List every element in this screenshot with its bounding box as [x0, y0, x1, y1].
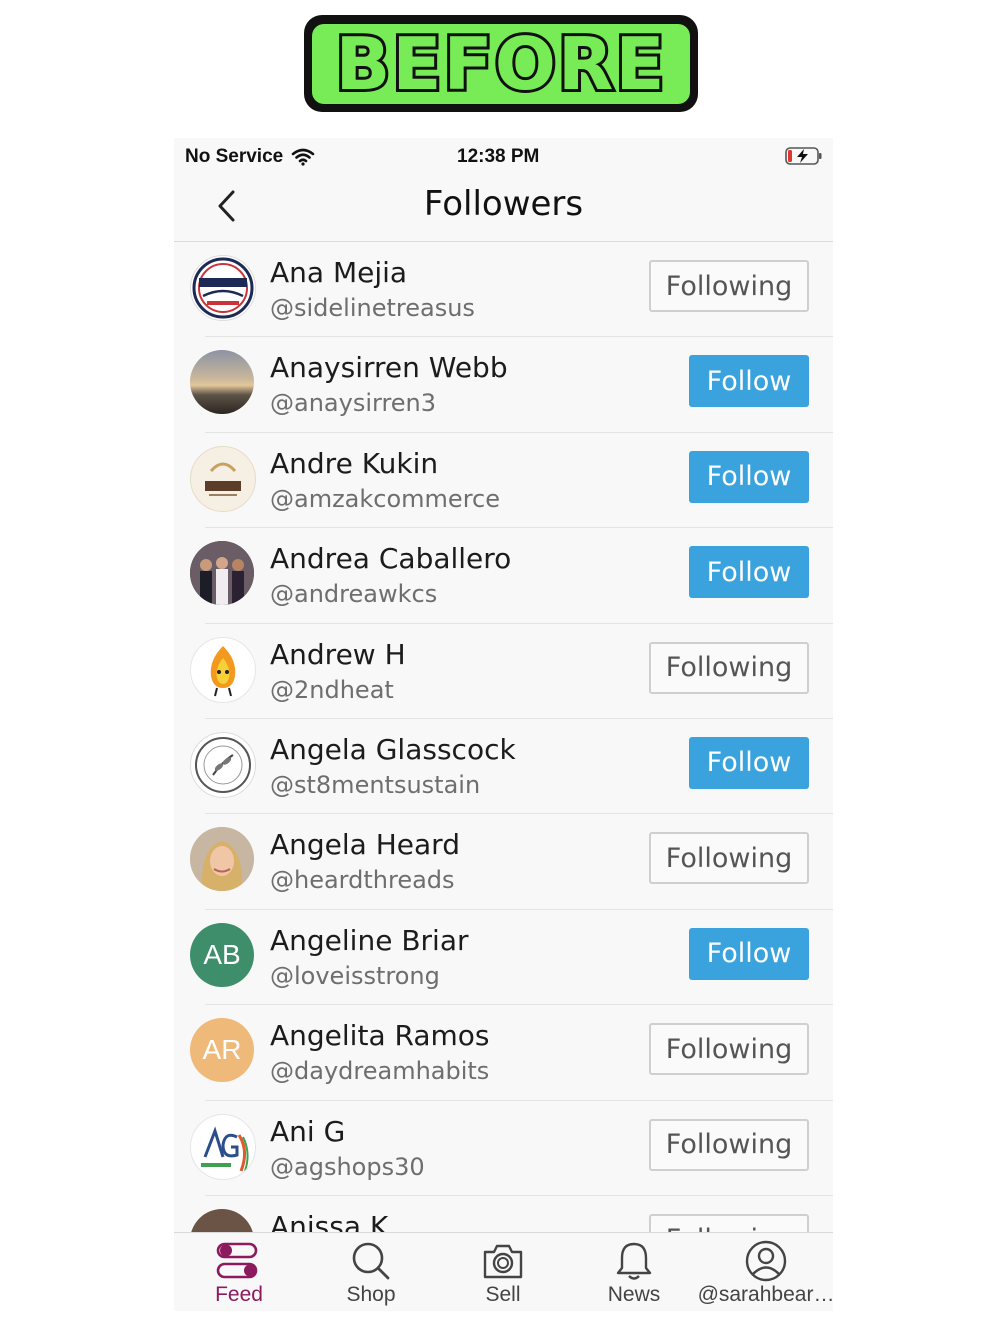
follower-name[interactable]: Andre Kukin: [270, 447, 438, 480]
follower-row[interactable]: Andre Kukin @amzakcommerce Follow: [174, 433, 833, 529]
follow-button[interactable]: Follow: [689, 450, 809, 503]
follower-row[interactable]: Ana Mejia @sidelinetreasus Following: [174, 242, 833, 338]
status-time: 12:38 PM: [457, 146, 540, 167]
follower-name[interactable]: Andrea Caballero: [270, 542, 511, 575]
sideline-logo-icon: [192, 257, 254, 319]
sustainable-logo-icon: [195, 736, 251, 793]
follow-button[interactable]: Follow: [689, 355, 809, 408]
follower-name[interactable]: Angela Glasscock: [270, 733, 516, 766]
follower-row[interactable]: Anissa K Following: [174, 1196, 833, 1232]
tab-label: News: [607, 1283, 661, 1306]
carrier-label: No Service: [185, 146, 284, 167]
follower-name[interactable]: Angela Heard: [270, 828, 460, 861]
battery-charging-icon: [785, 147, 822, 165]
follower-name[interactable]: Angelita Ramos: [270, 1019, 490, 1052]
follower-name[interactable]: Ana Mejia: [270, 256, 407, 289]
follow-button[interactable]: Follow: [689, 546, 809, 599]
follower-name[interactable]: Anissa K: [270, 1210, 388, 1232]
follower-handle: @2ndheat: [270, 675, 394, 704]
follower-row[interactable]: AB Angeline Briar @loveisstrong Follow: [174, 910, 833, 1006]
amzak-logo-icon: [205, 462, 241, 496]
followers-list[interactable]: Ana Mejia @sidelinetreasus Following Ana…: [174, 242, 833, 1232]
follow-button[interactable]: Follow: [689, 736, 809, 789]
following-button[interactable]: Following: [649, 1213, 809, 1232]
follower-row[interactable]: Ani G @agshops30 Following: [174, 1101, 833, 1197]
tab-label: @sarahbear…: [697, 1283, 833, 1306]
tab-shop[interactable]: Shop: [306, 1233, 436, 1311]
amzak-logo-avatar[interactable]: [190, 445, 256, 512]
portrait-photo-icon: [190, 827, 254, 892]
tab-bar: Feed Shop Sell News @sarahbear…: [174, 1232, 833, 1311]
portrait-photo-avatar[interactable]: [190, 827, 254, 892]
camera-icon: [483, 1244, 523, 1279]
tab-label: Sell: [485, 1283, 521, 1306]
follower-row[interactable]: Angela Glasscock @st8mentsustain Follow: [174, 719, 833, 815]
before-banner: BEFORE: [304, 15, 698, 112]
follower-row[interactable]: Andrew H @2ndheat Following: [174, 624, 833, 720]
follower-handle: @anaysirren3: [270, 389, 437, 418]
following-button[interactable]: Following: [649, 832, 809, 885]
initials-avatar[interactable]: AR: [190, 1018, 254, 1083]
follower-handle: @st8mentsustain: [270, 770, 481, 799]
follower-name[interactable]: Angeline Briar: [270, 924, 469, 957]
tab-label: Shop: [346, 1283, 396, 1306]
follower-handle: @amzakcommerce: [270, 484, 500, 513]
following-button[interactable]: Following: [649, 260, 809, 312]
avatar-initials: AB: [203, 938, 241, 970]
follower-handle: @sidelinetreasus: [270, 294, 475, 322]
follower-row[interactable]: Angela Heard @heardthreads Following: [174, 814, 833, 911]
follower-row[interactable]: Andrea Caballero @andreawkcs Follow: [174, 528, 833, 624]
follower-name[interactable]: Ani G: [270, 1115, 345, 1148]
follower-row[interactable]: Anaysirren Webb @anaysirren3 Follow: [174, 337, 833, 434]
tab-sell[interactable]: Sell: [438, 1233, 568, 1311]
page-title: Followers: [423, 184, 584, 224]
carrier-info: No Service: [185, 146, 315, 168]
tab-label: Feed: [215, 1283, 263, 1306]
photo-avatar[interactable]: [190, 1208, 254, 1232]
feed-icon: [216, 1242, 258, 1279]
sunset-photo-avatar[interactable]: [190, 350, 254, 415]
bell-icon: [616, 1242, 652, 1280]
following-button[interactable]: Following: [649, 1118, 809, 1171]
follower-handle: @andreawkcs: [270, 580, 438, 609]
navigation-bar: Followers: [174, 174, 833, 242]
wifi-icon: [291, 148, 315, 166]
ag-shops-logo-avatar[interactable]: [190, 1113, 256, 1180]
sideline-logo-avatar[interactable]: [190, 255, 256, 321]
follower-handle: @daydreamhabits: [270, 1057, 490, 1086]
avatar-initials: AR: [202, 1034, 242, 1066]
sustainable-logo-avatar[interactable]: [190, 731, 256, 798]
flame-mascot-avatar[interactable]: [190, 636, 256, 703]
profile-icon: [745, 1240, 787, 1282]
tab-feed[interactable]: Feed: [174, 1233, 304, 1311]
follower-name[interactable]: Andrew H: [270, 638, 406, 671]
tab-news[interactable]: News: [569, 1233, 699, 1311]
follower-handle: @agshops30: [270, 1152, 425, 1181]
family-photo-avatar[interactable]: [190, 541, 254, 606]
follower-handle: @heardthreads: [270, 866, 455, 895]
follower-handle: @loveisstrong: [270, 961, 440, 990]
before-banner-text: BEFORE: [312, 19, 690, 109]
following-button[interactable]: Following: [649, 641, 809, 694]
tab-profile[interactable]: @sarahbear…: [697, 1233, 833, 1311]
follow-button[interactable]: Follow: [689, 927, 809, 980]
status-bar: No Service 12:38 PM: [174, 138, 833, 174]
phone-screen: No Service 12:38 PM Followers Ana Mejia …: [174, 138, 833, 1311]
following-button[interactable]: Following: [649, 1023, 809, 1076]
follower-row[interactable]: AR Angelita Ramos @daydreamhabits Follow…: [174, 1005, 833, 1101]
follower-name[interactable]: Anaysirren Webb: [270, 351, 508, 384]
search-icon: [352, 1242, 390, 1280]
ag-shops-logo-icon: [201, 1125, 249, 1172]
initials-avatar[interactable]: AB: [190, 922, 254, 987]
flame-mascot-icon: [210, 645, 236, 696]
family-photo-icon: [190, 541, 254, 606]
